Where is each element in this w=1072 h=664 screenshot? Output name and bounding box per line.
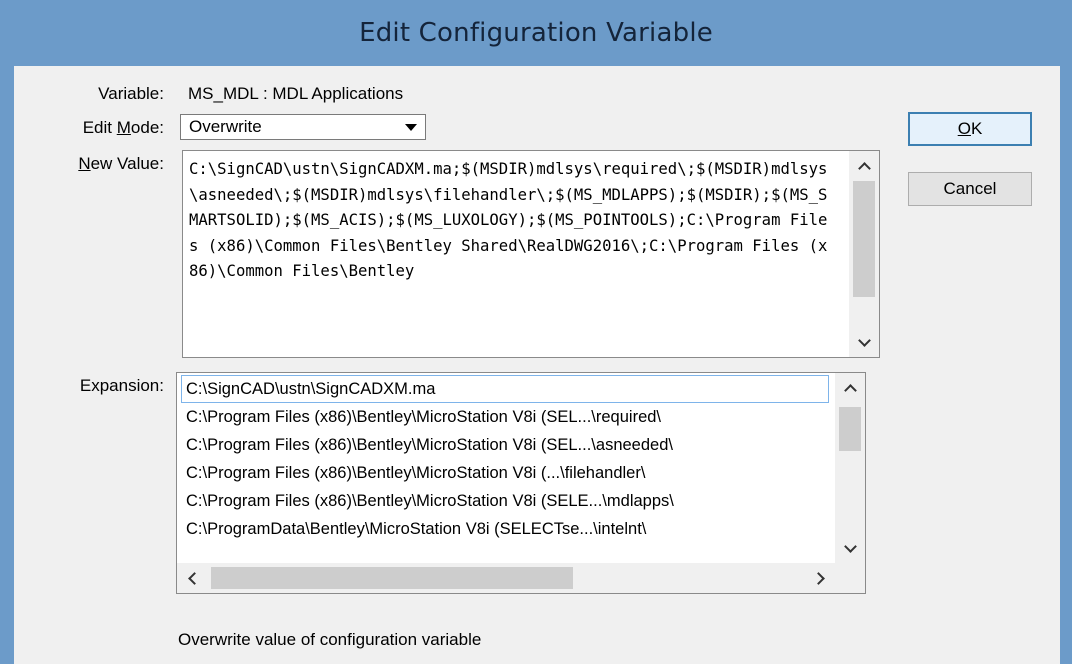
new-value-textarea[interactable]: C:\SignCAD\ustn\SignCADXM.ma;$(MSDIR)mdl…: [182, 150, 880, 358]
edit-mode-select[interactable]: Overwrite: [180, 114, 426, 140]
new-value-label: New Value:: [78, 154, 164, 173]
scroll-down-icon[interactable]: [849, 327, 879, 357]
scroll-thumb[interactable]: [853, 181, 875, 297]
dropdown-arrow-icon[interactable]: [397, 123, 425, 131]
list-item[interactable]: C:\SignCAD\ustn\SignCADXM.ma: [181, 375, 829, 403]
list-item[interactable]: C:\Program Files (x86)\Bentley\MicroStat…: [181, 431, 829, 459]
edit-mode-label: Edit Mode:: [82, 118, 164, 137]
variable-label: Variable:: [98, 84, 164, 103]
scroll-thumb[interactable]: [839, 407, 861, 451]
scroll-thumb[interactable]: [211, 567, 573, 589]
expansion-horizontal-scrollbar[interactable]: [177, 563, 835, 593]
title-bar[interactable]: Edit Configuration Variable: [0, 0, 1072, 66]
scroll-up-icon[interactable]: [835, 373, 865, 403]
variable-value: MS_MDL : MDL Applications: [188, 84, 404, 103]
cancel-button[interactable]: Cancel: [908, 172, 1032, 206]
list-item[interactable]: C:\Program Files (x86)\Bentley\MicroStat…: [181, 459, 829, 487]
scroll-left-icon[interactable]: [177, 563, 207, 593]
list-item[interactable]: C:\ProgramData\Bentley\MicroStation V8i …: [181, 515, 829, 543]
status-text: Overwrite value of configuration variabl…: [178, 630, 482, 649]
dialog-body: Variable: MS_MDL : MDL Applications Edit…: [14, 66, 1060, 664]
ok-button-label: OK: [957, 119, 983, 138]
scroll-up-icon[interactable]: [849, 151, 879, 181]
expansion-vertical-scrollbar[interactable]: [835, 373, 865, 563]
ok-button[interactable]: OK: [908, 112, 1032, 146]
new-value-vertical-scrollbar[interactable]: [849, 151, 879, 357]
expansion-label: Expansion:: [79, 376, 164, 395]
list-item[interactable]: C:\Program Files (x86)\Bentley\MicroStat…: [181, 487, 829, 515]
expansion-list[interactable]: C:\SignCAD\ustn\SignCADXM.ma C:\Program …: [176, 372, 866, 594]
window-title: Edit Configuration Variable: [359, 18, 713, 48]
scroll-corner: [835, 563, 865, 593]
scroll-down-icon[interactable]: [835, 533, 865, 563]
edit-mode-value: Overwrite: [189, 117, 262, 136]
new-value-text[interactable]: C:\SignCAD\ustn\SignCADXM.ma;$(MSDIR)mdl…: [189, 157, 835, 285]
list-item[interactable]: C:\Program Files (x86)\Bentley\MicroStat…: [181, 403, 829, 431]
scroll-right-icon[interactable]: [805, 563, 835, 593]
